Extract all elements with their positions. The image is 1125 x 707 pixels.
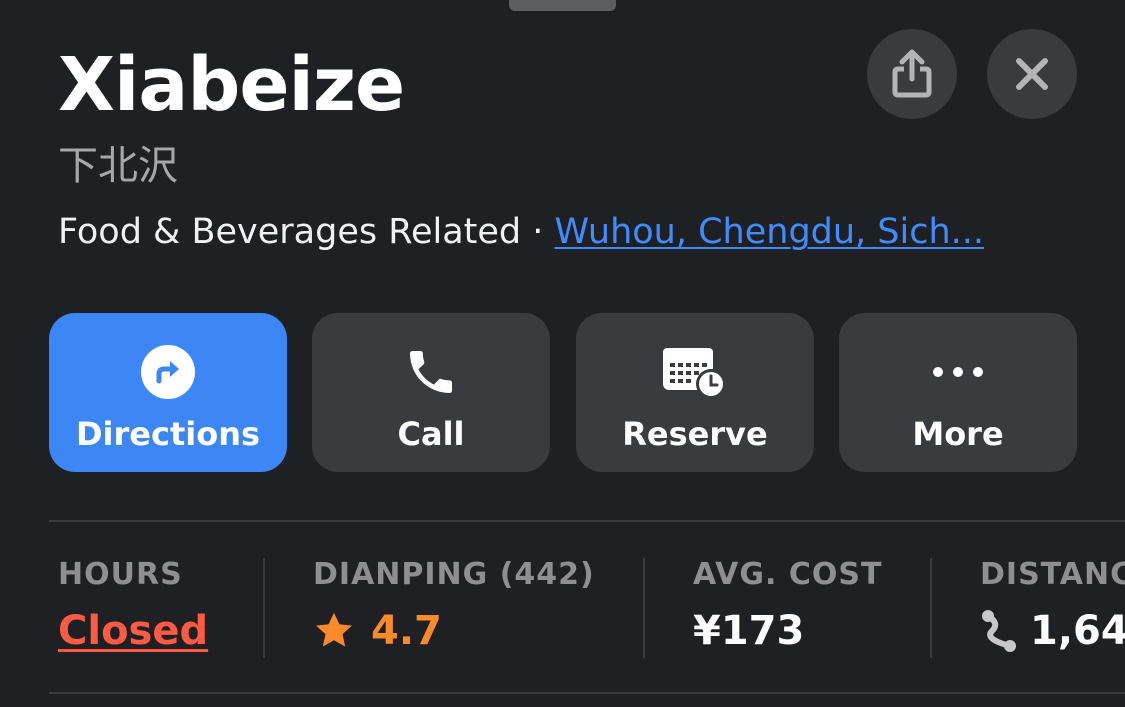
location-link[interactable]: Wuhou, Chengdu, Sich... bbox=[555, 212, 985, 252]
cost-stat: AVG. COST ¥173 bbox=[693, 556, 882, 656]
close-button[interactable] bbox=[987, 29, 1077, 119]
call-button[interactable]: Call bbox=[312, 313, 550, 472]
star-icon bbox=[316, 612, 352, 647]
more-label: More bbox=[912, 415, 1004, 453]
directions-icon bbox=[141, 345, 195, 399]
more-button[interactable]: More bbox=[839, 313, 1077, 472]
distance-value: 1,64 bbox=[1030, 608, 1125, 654]
divider bbox=[49, 520, 1125, 522]
hours-status[interactable]: Closed bbox=[58, 606, 208, 656]
route-icon bbox=[982, 610, 1016, 652]
reserve-label: Reserve bbox=[622, 415, 768, 453]
share-button[interactable] bbox=[867, 29, 957, 119]
sheet-grabber[interactable] bbox=[509, 0, 616, 11]
meta-separator: · bbox=[521, 212, 555, 252]
reserve-button[interactable]: Reserve bbox=[576, 313, 814, 472]
share-icon bbox=[892, 49, 932, 98]
place-meta: Food & Beverages Related · Wuhou, Chengd… bbox=[58, 208, 984, 256]
directions-label: Directions bbox=[75, 415, 261, 453]
rating-header: DIANPING (442) bbox=[313, 557, 595, 592]
calendar-clock-icon bbox=[663, 348, 726, 399]
rating-stat[interactable]: DIANPING (442) 4.7 bbox=[313, 556, 595, 656]
phone-icon bbox=[410, 351, 452, 393]
distance-header: DISTANC bbox=[980, 557, 1125, 592]
cost-value: ¥173 bbox=[693, 608, 805, 654]
call-label: Call bbox=[397, 415, 465, 453]
hours-stat[interactable]: HOURS Closed bbox=[58, 556, 208, 656]
place-category: Food & Beverages Related bbox=[58, 212, 522, 252]
directions-button[interactable]: Directions bbox=[49, 313, 287, 472]
close-icon bbox=[1016, 58, 1048, 90]
stat-divider bbox=[643, 558, 645, 658]
distance-stat: DISTANC 1,64 bbox=[980, 556, 1125, 656]
stat-divider bbox=[263, 558, 265, 658]
stat-divider bbox=[930, 558, 932, 658]
hours-header: HOURS bbox=[58, 557, 183, 592]
place-title: Xiabeize bbox=[58, 42, 405, 128]
place-native-name: 下北沢 bbox=[58, 143, 178, 189]
rating-value: 4.7 bbox=[371, 608, 442, 654]
more-icon bbox=[933, 367, 983, 377]
cost-header: AVG. COST bbox=[693, 557, 883, 592]
divider bbox=[49, 692, 1125, 694]
